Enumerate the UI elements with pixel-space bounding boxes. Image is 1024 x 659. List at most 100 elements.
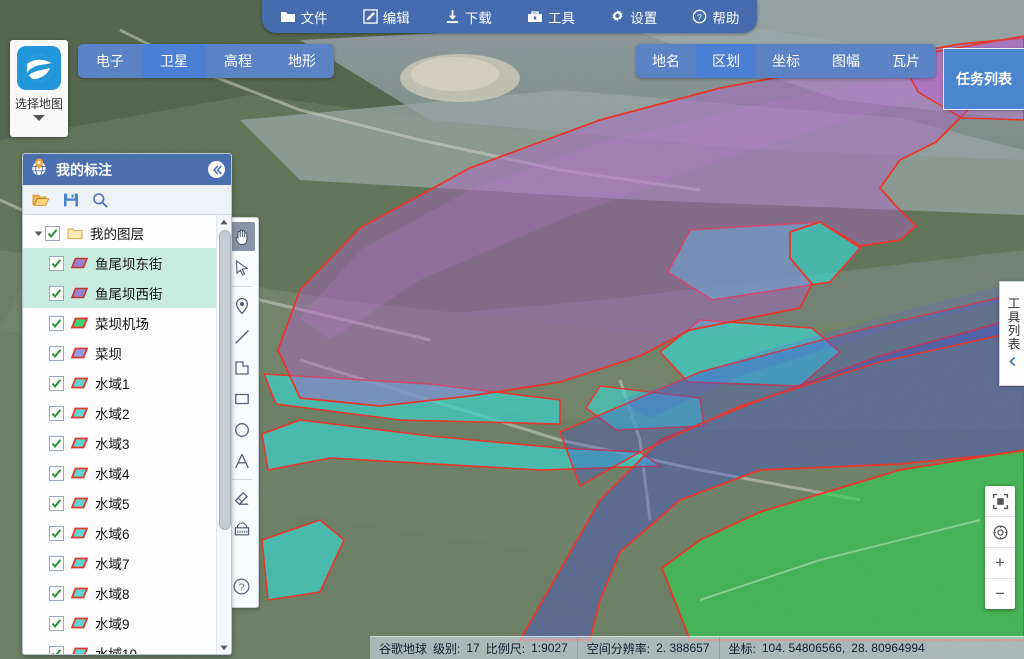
map-tab-dianzi[interactable]: 电子 [78,44,142,78]
overlay-tab-diming[interactable]: 地名 [636,44,696,78]
layer-checkbox[interactable] [49,345,64,361]
measure-icon[interactable] [228,515,255,544]
task-list-button[interactable]: 任务列表 [943,48,1024,110]
layer-checkbox[interactable] [49,285,64,301]
layer-tree-wrapper: 我的图层 鱼尾坝东街 鱼尾坝西街 菜坝机场 菜坝 水域1 水域2 水域3 水域4… [23,215,231,654]
layer-checkbox[interactable] [49,375,64,391]
chevron-left-icon [1008,355,1017,370]
layer-item-0[interactable]: 鱼尾坝东街 [23,248,216,278]
save-icon[interactable] [63,192,79,208]
layer-tree-root-label: 我的图层 [90,227,144,242]
rectangle-icon[interactable] [228,384,255,413]
svg-text:?: ? [239,581,245,593]
expand-caret-icon[interactable] [31,229,45,238]
tools-list-tab[interactable]: 工具列表 [999,281,1024,386]
layer-tree-root[interactable]: 我的图层 [23,218,216,248]
layer-checkbox[interactable] [49,255,64,271]
polygon-icon[interactable] [228,353,255,382]
layer-item-13[interactable]: 水域10 [23,638,216,654]
help-circle-icon: ? [692,9,707,24]
menu-item-download[interactable]: 下载 [441,5,496,29]
layer-checkbox[interactable] [49,435,64,451]
zoom-out-icon[interactable]: − [985,579,1015,609]
text-icon[interactable] [228,446,255,475]
layer-item-7[interactable]: 水域4 [23,458,216,488]
compass-reset-icon[interactable] [985,517,1015,548]
layer-tree-scrollbar[interactable] [216,215,231,654]
tools-list-label: 工具列表 [1005,297,1020,351]
layer-label: 鱼尾坝东街 [95,257,163,272]
help-icon[interactable]: ? [228,572,255,601]
search-icon[interactable] [92,192,108,208]
polygon-symbol-icon [71,527,88,539]
layer-checkbox[interactable] [49,645,64,654]
my-annotations-panel: 我的标注 我的图层 鱼尾坝东街 鱼尾坝西街 菜坝机场 菜坝 水域1 水域2 水域… [22,153,232,655]
menu-item-file[interactable]: 文件 [276,5,332,29]
layer-label: 水域10 [95,643,137,654]
layer-item-12[interactable]: 水域9 [23,608,216,638]
pan-hand-icon[interactable] [228,222,255,251]
eraser-icon[interactable] [228,484,255,513]
panel-title: 我的标注 [56,161,112,178]
fullscreen-icon[interactable] [985,486,1015,517]
layer-item-3[interactable]: 菜坝 [23,338,216,368]
menu-label: 文件 [300,10,328,26]
layer-label: 水域9 [95,617,130,632]
marker-pin-icon[interactable] [228,291,255,320]
status-resolution-value: 2. 388657 [656,641,710,655]
scroll-down-arrow-icon[interactable] [217,641,231,654]
layer-checkbox[interactable] [49,465,64,481]
layer-item-11[interactable]: 水域8 [23,578,216,608]
layer-checkbox[interactable] [49,555,64,571]
open-folder-icon[interactable] [32,192,50,208]
layer-item-1[interactable]: 鱼尾坝西街 [23,278,216,308]
checkbox-root[interactable] [45,225,60,241]
layer-checkbox[interactable] [49,405,64,421]
layer-item-6[interactable]: 水域3 [23,428,216,458]
menu-item-edit[interactable]: 编辑 [359,5,414,29]
polygon-symbol-icon [71,557,88,569]
select-arrow-icon[interactable] [228,253,255,282]
zoom-in-icon[interactable]: + [985,548,1015,579]
panel-header: 我的标注 [23,154,231,185]
layer-label: 水域1 [95,377,130,392]
map-tab-weixing[interactable]: 卫星 [142,44,206,78]
status-bar: 谷歌地球 级别: 17 比例尺: 1:9027 空间分辨率: 2. 388657… [370,636,1024,659]
map-tab-gaocheng[interactable]: 高程 [206,44,270,78]
layer-item-8[interactable]: 水域5 [23,488,216,518]
scroll-up-arrow-icon[interactable] [217,215,231,228]
menu-bar: 文件 编辑 下载 工具 设置 ? 帮助 [262,0,757,33]
scrollbar-thumb[interactable] [219,230,231,530]
map-tab-dixing[interactable]: 地形 [270,44,334,78]
earth-globe-icon [17,46,61,90]
layer-item-10[interactable]: 水域7 [23,548,216,578]
layer-checkbox[interactable] [49,585,64,601]
select-map-button[interactable]: 选择地图 [10,40,68,137]
layer-checkbox[interactable] [49,495,64,511]
layer-item-5[interactable]: 水域2 [23,398,216,428]
line-icon[interactable] [228,322,255,351]
layer-item-9[interactable]: 水域6 [23,518,216,548]
layer-checkbox[interactable] [49,315,64,331]
layer-checkbox[interactable] [49,525,64,541]
overlay-tab-quhua[interactable]: 区划 [696,44,756,78]
map-controls: + − [985,486,1015,609]
menu-label: 工具 [548,10,576,26]
menu-item-tools[interactable]: 工具 [523,5,579,29]
menu-item-settings[interactable]: 设置 [606,5,661,29]
status-coordinate-segment: 坐标: 104. 54806566, 28. 80964994 [718,637,934,659]
overlay-tab-zuobiao[interactable]: 坐标 [756,44,816,78]
layer-item-4[interactable]: 水域1 [23,368,216,398]
layer-label: 菜坝 [95,347,122,362]
polygon-symbol-icon [71,257,88,269]
scrollbar-track[interactable] [218,228,231,641]
overlay-tab-tufu[interactable]: 图幅 [816,44,876,78]
folder-icon [280,10,296,24]
overlay-tab-wapian[interactable]: 瓦片 [876,44,936,78]
layer-item-2[interactable]: 菜坝机场 [23,308,216,338]
menu-item-help[interactable]: ? 帮助 [688,5,743,29]
double-chevron-left-icon[interactable] [208,161,225,178]
layer-checkbox[interactable] [49,615,64,631]
circle-icon[interactable] [228,415,255,444]
polygon-symbol-icon [71,617,88,629]
